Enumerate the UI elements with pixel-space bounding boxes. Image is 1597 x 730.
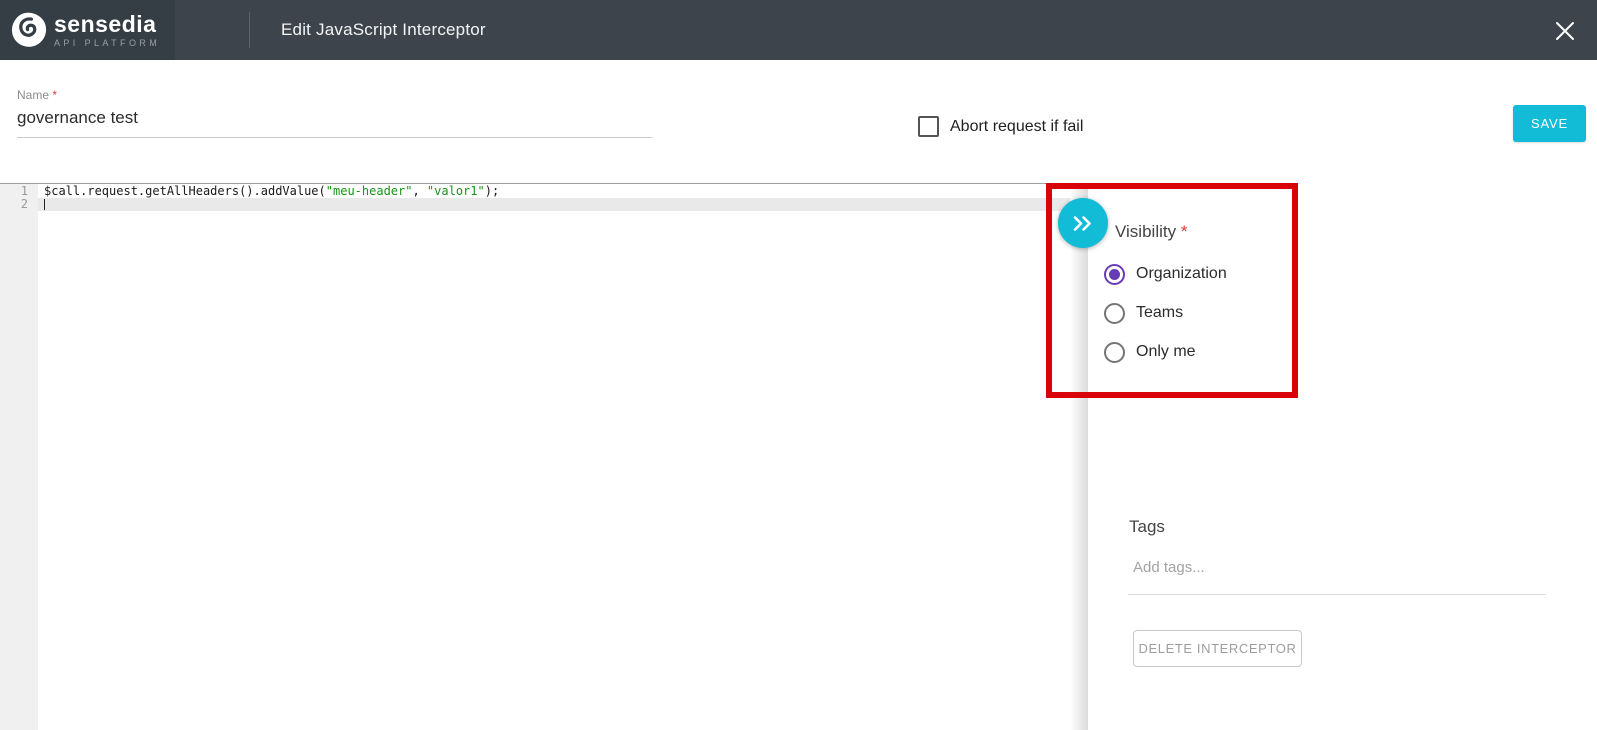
code-editor[interactable]: 12 $call.request.getAllHeaders().addValu… <box>0 183 1070 730</box>
expand-panel-button[interactable] <box>1058 198 1108 248</box>
tags-input[interactable] <box>1128 555 1546 595</box>
code-token-plain: ); <box>485 184 499 198</box>
sensedia-logo: sensedia API PLATFORM <box>0 0 175 60</box>
radio-button-icon[interactable] <box>1104 303 1125 324</box>
line-number: 2 <box>0 198 38 211</box>
close-icon <box>1553 19 1577 43</box>
radio-dot <box>1109 269 1120 280</box>
visibility-option-only-me[interactable]: Only me <box>1104 341 1354 363</box>
sensedia-logo-icon <box>10 11 48 49</box>
radio-dot <box>1109 308 1120 319</box>
code-line[interactable]: $call.request.getAllHeaders().addValue("… <box>38 185 1070 198</box>
radio-button-icon[interactable] <box>1104 342 1125 363</box>
header-divider <box>249 12 250 48</box>
text-cursor <box>44 199 45 210</box>
required-asterisk: * <box>1181 222 1188 241</box>
name-field-group: Name * <box>17 88 652 138</box>
save-button[interactable]: SAVE <box>1513 105 1586 142</box>
abort-request-checkbox[interactable] <box>918 116 939 137</box>
page-title: Edit JavaScript Interceptor <box>281 0 486 60</box>
header-bar: sensedia API PLATFORM Edit JavaScript In… <box>0 0 1597 60</box>
visibility-label: Visibility * <box>1115 222 1187 242</box>
panel-edge-shadow <box>1070 183 1088 730</box>
double-chevron-right-icon <box>1072 215 1094 232</box>
visibility-radio-group: Organization Teams Only me <box>1104 263 1354 380</box>
abort-request-label: Abort request if fail <box>950 118 1083 136</box>
name-input[interactable] <box>17 102 652 138</box>
brand-name: sensedia <box>54 13 160 36</box>
code-line[interactable] <box>38 198 1070 211</box>
radio-label: Teams <box>1136 304 1183 322</box>
radio-dot <box>1109 347 1120 358</box>
line-number: 1 <box>0 185 38 198</box>
logo-text: sensedia API PLATFORM <box>54 13 160 48</box>
name-label: Name * <box>17 88 652 102</box>
radio-button-icon[interactable] <box>1104 264 1125 285</box>
editor-gutter: 12 <box>0 184 38 730</box>
delete-interceptor-button[interactable]: DELETE INTERCEPTOR <box>1133 630 1302 667</box>
radio-label: Organization <box>1136 265 1227 283</box>
code-token-plain: $call.request.getAllHeaders().addValue( <box>44 184 326 198</box>
visibility-option-teams[interactable]: Teams <box>1104 302 1354 324</box>
code-token-string: "valor1" <box>427 184 485 198</box>
brand-subtitle: API PLATFORM <box>54 39 160 48</box>
code-token-plain: , <box>412 184 426 198</box>
radio-label: Only me <box>1136 343 1196 361</box>
tags-label: Tags <box>1129 517 1165 537</box>
code-token-string: "meu-header" <box>326 184 413 198</box>
edit-javascript-interceptor-dialog: sensedia API PLATFORM Edit JavaScript In… <box>0 0 1597 730</box>
visibility-option-organization[interactable]: Organization <box>1104 263 1354 285</box>
required-asterisk: * <box>52 88 57 102</box>
abort-request-group: Abort request if fail <box>918 116 1083 137</box>
close-button[interactable] <box>1548 14 1582 48</box>
